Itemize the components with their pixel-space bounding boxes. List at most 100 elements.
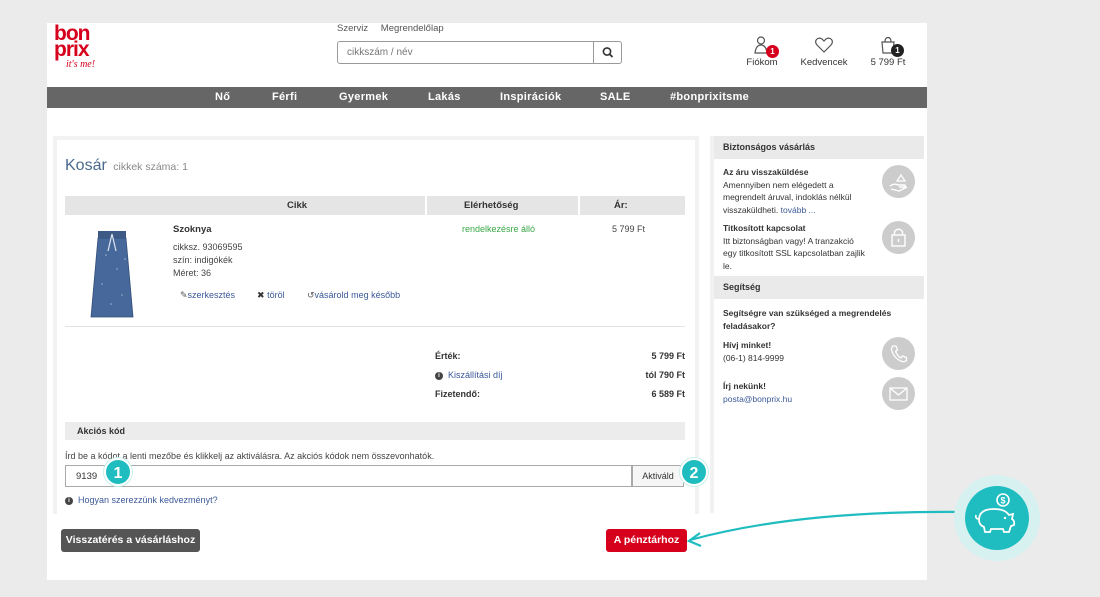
product-image[interactable] xyxy=(87,229,137,321)
return-info: Az áru visszaküldése Amennyiben nem elég… xyxy=(723,166,883,216)
shipping-fee-amount: tól 790 Ft xyxy=(645,370,685,380)
mail-info: Írj nekünk! posta@bonprix.hu xyxy=(723,380,873,405)
total-label: Fizetendő: xyxy=(435,389,480,399)
return-text-1: Amennyiben nem elégedett a xyxy=(723,179,834,190)
discount-help-label: Hogyan szerezzünk kedvezményt? xyxy=(78,495,218,505)
cart-table-header: Cikk Elérhetőség Ár: xyxy=(65,196,685,215)
page: bon prix it's me! Szerviz Megrendelőlap … xyxy=(47,23,927,580)
cart-item-count: cikkek száma: 1 xyxy=(113,161,188,173)
help-question-2: feladásakor? xyxy=(723,320,776,331)
discount-help-link[interactable]: i Hogyan szerezzünk kedvezményt? xyxy=(65,495,218,505)
return-hand-icon xyxy=(882,165,915,198)
return-title: Az áru visszaküldése xyxy=(723,167,809,177)
shipping-fee-label: Kiszállítási díj xyxy=(448,370,503,380)
activate-button[interactable]: Aktiváld xyxy=(632,465,684,487)
phone-icon xyxy=(882,337,915,370)
shipping-fee-link[interactable]: i Kiszállítási díj xyxy=(435,370,503,380)
search-box xyxy=(337,41,622,64)
nav-item-men[interactable]: Férfi xyxy=(272,91,297,103)
help-question: Segítségre van szükséged a megrendelés f… xyxy=(723,307,923,332)
ssl-text-2: egy titkosított SSL kapcsolatban zajlik xyxy=(723,248,865,258)
return-more-link[interactable]: tovább ... xyxy=(781,205,816,215)
cart-content: Kosár cikkek száma: 1 Cikk Elérhetőség Á… xyxy=(57,140,695,514)
account-label: Fiókom xyxy=(746,57,778,68)
save-for-later-label: vásárold meg később xyxy=(314,290,401,300)
cart-badge: 1 xyxy=(891,44,904,57)
svg-text:$: $ xyxy=(1000,496,1005,506)
back-to-shopping-button[interactable]: Visszatérés a vásárláshoz xyxy=(61,529,200,552)
column-price: Ár: xyxy=(614,200,628,211)
pencil-icon: ✎ xyxy=(180,290,188,300)
return-text-3: visszaküldheti. xyxy=(723,204,779,215)
ssl-info: Titkosított kapcsolat Itt biztonságban v… xyxy=(723,222,883,272)
account-button[interactable]: Fiókom 1 xyxy=(732,35,792,68)
help-heading: Segítség xyxy=(714,276,924,299)
envelope-icon xyxy=(882,377,915,410)
secure-shopping-heading: Biztonságos vásárlás xyxy=(714,136,924,159)
heart-icon xyxy=(815,37,833,53)
help-question-1: Segítségre van szükséged a megrendelés xyxy=(723,308,892,318)
return-text-2: megrendelt áruval, indoklás nélkül xyxy=(723,192,852,202)
mail-address-link[interactable]: posta@bonprix.hu xyxy=(723,394,792,404)
account-badge: 1 xyxy=(766,45,779,58)
piggy-bank-icon: $ xyxy=(965,486,1029,550)
step-marker-2: 2 xyxy=(680,458,708,486)
mail-title: Írj nekünk! xyxy=(723,381,766,391)
cart-title: Kosár cikkek száma: 1 xyxy=(65,157,188,175)
delete-label: töröl xyxy=(267,290,285,300)
nav-item-home[interactable]: Lakás xyxy=(428,91,461,103)
close-icon: ✖ xyxy=(257,290,265,300)
call-info: Hívj minket! (06-1) 814-9999 xyxy=(723,339,873,364)
main-nav: Nő Férfi Gyermek Lakás Inspirációk SALE … xyxy=(47,87,927,108)
checkout-button[interactable]: A pénztárhoz xyxy=(606,529,687,552)
product-price: 5 799 Ft xyxy=(612,224,646,234)
product-name[interactable]: Szoknya xyxy=(173,224,212,235)
total-amount: 6 589 Ft xyxy=(651,389,685,399)
sidebar: Biztonságos vásárlás Az áru visszaküldés… xyxy=(710,136,924,513)
top-link-service[interactable]: Szerviz xyxy=(337,23,368,34)
nav-item-hashtag[interactable]: #bonprixitsme xyxy=(670,91,749,103)
promo-code-input[interactable] xyxy=(65,465,632,487)
sidebar-content: Biztonságos vásárlás Az áru visszaküldés… xyxy=(714,136,924,513)
cart-button[interactable]: 5 799 Ft 1 xyxy=(858,35,918,68)
ssl-text-1: Itt biztonságban vagy! A tranzakció xyxy=(723,235,854,246)
product-size: Méret: 36 xyxy=(173,268,212,278)
search-input[interactable] xyxy=(338,42,593,63)
column-item: Cikk xyxy=(287,200,308,211)
product-availability: rendelkezésre álló xyxy=(462,224,536,234)
value-amount: 5 799 Ft xyxy=(651,351,685,361)
call-number[interactable]: (06-1) 814-9999 xyxy=(723,353,784,363)
edit-link[interactable]: ✎szerkesztés xyxy=(180,290,235,301)
top-links: Szerviz Megrendelőlap xyxy=(337,23,454,34)
padlock-icon xyxy=(882,221,915,254)
nav-item-inspiration[interactable]: Inspirációk xyxy=(500,91,561,103)
save-for-later-link[interactable]: ↺vásárold meg később xyxy=(307,290,400,301)
edit-label: szerkesztés xyxy=(187,290,236,300)
call-title: Hívj minket! xyxy=(723,340,772,350)
info-icon: i xyxy=(435,371,443,380)
history-icon: ↺ xyxy=(307,290,315,300)
cart-total-label: 5 799 Ft xyxy=(870,57,906,68)
cart-title-text: Kosár xyxy=(65,157,107,174)
column-availability: Elérhetőség xyxy=(464,200,519,211)
cart-panel: Kosár cikkek száma: 1 Cikk Elérhetőség Á… xyxy=(53,136,699,514)
bonprix-logo[interactable]: bon prix it's me! xyxy=(54,23,104,72)
divider xyxy=(65,326,685,327)
product-color: szín: indigókék xyxy=(173,255,233,265)
nav-item-children[interactable]: Gyermek xyxy=(339,91,388,103)
info-icon: i xyxy=(65,496,73,505)
top-link-order-form[interactable]: Megrendelőlap xyxy=(381,23,444,34)
promo-heading: Akciós kód xyxy=(65,422,685,440)
logo-line2: prix xyxy=(54,38,90,61)
favorites-label: Kedvencek xyxy=(800,57,848,68)
nav-item-women[interactable]: Nő xyxy=(215,91,230,103)
logo-tagline: it's me! xyxy=(66,59,96,70)
search-icon xyxy=(602,47,614,58)
step-marker-1: 1 xyxy=(104,458,132,486)
ssl-text-3: le. xyxy=(723,260,732,271)
nav-item-sale[interactable]: SALE xyxy=(600,91,631,103)
delete-link[interactable]: ✖ töröl xyxy=(257,290,285,301)
search-button[interactable] xyxy=(593,42,621,63)
value-label: Érték: xyxy=(435,351,461,361)
favorites-button[interactable]: Kedvencek xyxy=(794,35,854,68)
